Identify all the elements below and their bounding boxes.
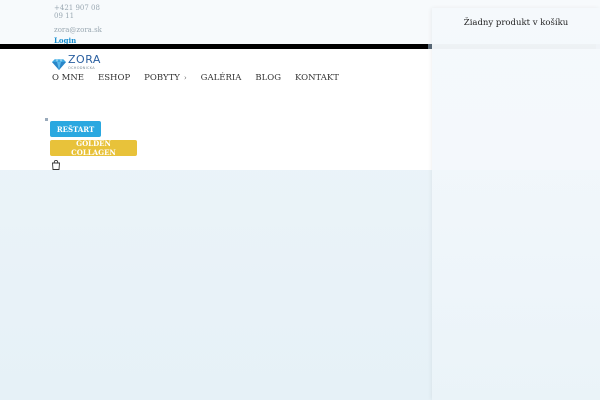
logo-brand-text: ZORA bbox=[68, 53, 101, 66]
nav-item-eshop[interactable]: ESHOP bbox=[98, 73, 130, 83]
nav-item-kontakt[interactable]: KONTAKT bbox=[295, 73, 339, 83]
mini-cart-panel: Žiadny produkt v košíku bbox=[432, 8, 600, 400]
restart-button[interactable]: REŠTART bbox=[50, 121, 101, 137]
shopping-bag-icon[interactable] bbox=[51, 160, 61, 170]
golden-collagen-button[interactable]: GOLDEN COLLAGEN bbox=[50, 139, 137, 157]
contact-info: +421 907 08 09 11 zora@zora.sk bbox=[54, 4, 114, 34]
email-link[interactable]: zora@zora.sk bbox=[54, 26, 114, 34]
site-logo[interactable]: ZORA OCHODNICKA bbox=[52, 53, 101, 73]
decorative-dot bbox=[45, 118, 48, 121]
nav-item-label: O MNE bbox=[52, 73, 85, 83]
diamond-icon bbox=[52, 59, 66, 70]
nav-item-label: BLOG bbox=[255, 73, 282, 83]
nav-item-galeria[interactable]: GALÉRIA bbox=[201, 73, 242, 83]
main-navigation: O MNE ESHOP POBYTY › GALÉRIA BLOG KONTAK… bbox=[52, 73, 353, 83]
nav-item-o-mne[interactable]: O MNE bbox=[52, 73, 84, 83]
cart-empty-message: Žiadny produkt v košíku bbox=[463, 18, 569, 28]
chevron-right-icon: › bbox=[183, 74, 187, 82]
nav-item-pobyty[interactable]: POBYTY › bbox=[144, 73, 187, 83]
nav-item-label: ESHOP bbox=[98, 73, 131, 83]
phone-number-line1[interactable]: +421 907 08 bbox=[54, 4, 114, 12]
phone-number-line2[interactable]: 09 11 bbox=[54, 12, 114, 20]
nav-item-blog[interactable]: BLOG bbox=[255, 73, 281, 83]
nav-item-label: KONTAKT bbox=[295, 73, 339, 83]
nav-item-label: GALÉRIA bbox=[200, 73, 242, 83]
nav-item-label: POBYTY bbox=[144, 73, 180, 83]
